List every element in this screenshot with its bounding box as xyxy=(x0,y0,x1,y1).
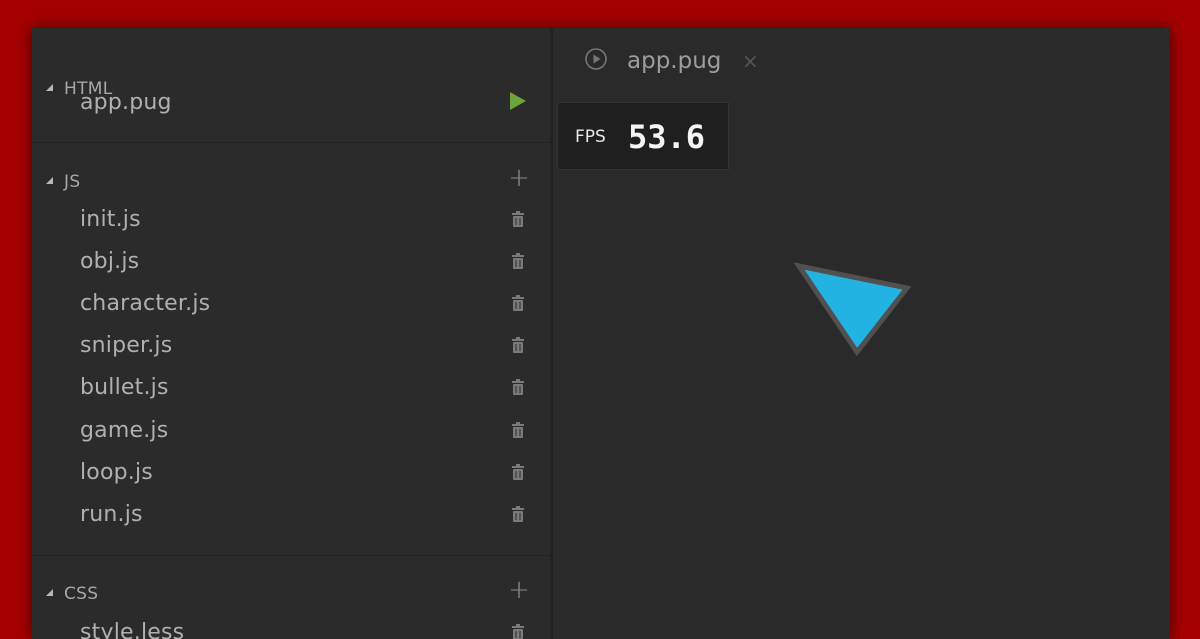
delete-trash-icon[interactable] xyxy=(512,422,524,438)
fps-value: 53.6 xyxy=(628,118,706,156)
file-explorer-sidebar: HTML app.pug JS + init.js obj.js charact… xyxy=(32,28,550,639)
js-section-header[interactable]: JS + xyxy=(32,165,550,199)
file-row-app-pug[interactable]: app.pug xyxy=(32,85,550,125)
js-section-label: JS xyxy=(64,172,81,192)
delete-trash-icon[interactable] xyxy=(512,295,524,311)
file-row-game-js[interactable]: game.js xyxy=(32,413,550,453)
file-name: style.less xyxy=(80,620,185,639)
file-row-character-js[interactable]: character.js xyxy=(32,286,550,326)
file-row-run-js[interactable]: run.js xyxy=(32,497,550,537)
delete-trash-icon[interactable] xyxy=(512,253,524,269)
fps-meter: FPS 53.6 xyxy=(557,102,729,170)
file-name: loop.js xyxy=(80,460,153,485)
file-row-style-less[interactable]: style.less xyxy=(32,615,550,639)
preview-pane: app.pug × FPS 53.6 xyxy=(553,28,1170,639)
tab-label: app.pug xyxy=(627,48,722,74)
file-name: run.js xyxy=(80,502,143,527)
tab-app-pug[interactable]: app.pug × xyxy=(585,46,785,80)
section-divider xyxy=(32,555,550,556)
file-row-bullet-js[interactable]: bullet.js xyxy=(32,370,550,410)
player-triangle-sprite xyxy=(793,262,912,357)
collapse-caret-icon[interactable] xyxy=(46,589,53,596)
file-name: bullet.js xyxy=(80,375,169,400)
file-row-init-js[interactable]: init.js xyxy=(32,202,550,242)
delete-trash-icon[interactable] xyxy=(512,624,524,639)
section-divider xyxy=(32,142,550,143)
close-icon[interactable]: × xyxy=(742,49,759,73)
file-row-obj-js[interactable]: obj.js xyxy=(32,244,550,284)
fps-label: FPS xyxy=(575,127,606,147)
delete-trash-icon[interactable] xyxy=(512,464,524,480)
delete-trash-icon[interactable] xyxy=(512,211,524,227)
add-js-file-plus-icon[interactable]: + xyxy=(508,165,530,191)
file-name: sniper.js xyxy=(80,333,173,358)
file-name: app.pug xyxy=(80,90,172,115)
add-css-file-plus-icon[interactable]: + xyxy=(508,577,530,603)
file-name: obj.js xyxy=(80,249,140,274)
file-row-loop-js[interactable]: loop.js xyxy=(32,455,550,495)
css-section-label: CSS xyxy=(64,584,99,604)
collapse-caret-icon[interactable] xyxy=(46,177,53,184)
file-name: character.js xyxy=(80,291,211,316)
delete-trash-icon[interactable] xyxy=(512,506,524,522)
file-row-sniper-js[interactable]: sniper.js xyxy=(32,328,550,368)
ide-window: HTML app.pug JS + init.js obj.js charact… xyxy=(32,28,1170,639)
play-circle-icon xyxy=(585,48,607,70)
run-play-icon[interactable] xyxy=(510,92,526,110)
file-name: game.js xyxy=(80,418,169,443)
css-section-header[interactable]: CSS + xyxy=(32,577,550,611)
delete-trash-icon[interactable] xyxy=(512,337,524,353)
file-name: init.js xyxy=(80,207,141,232)
delete-trash-icon[interactable] xyxy=(512,379,524,395)
